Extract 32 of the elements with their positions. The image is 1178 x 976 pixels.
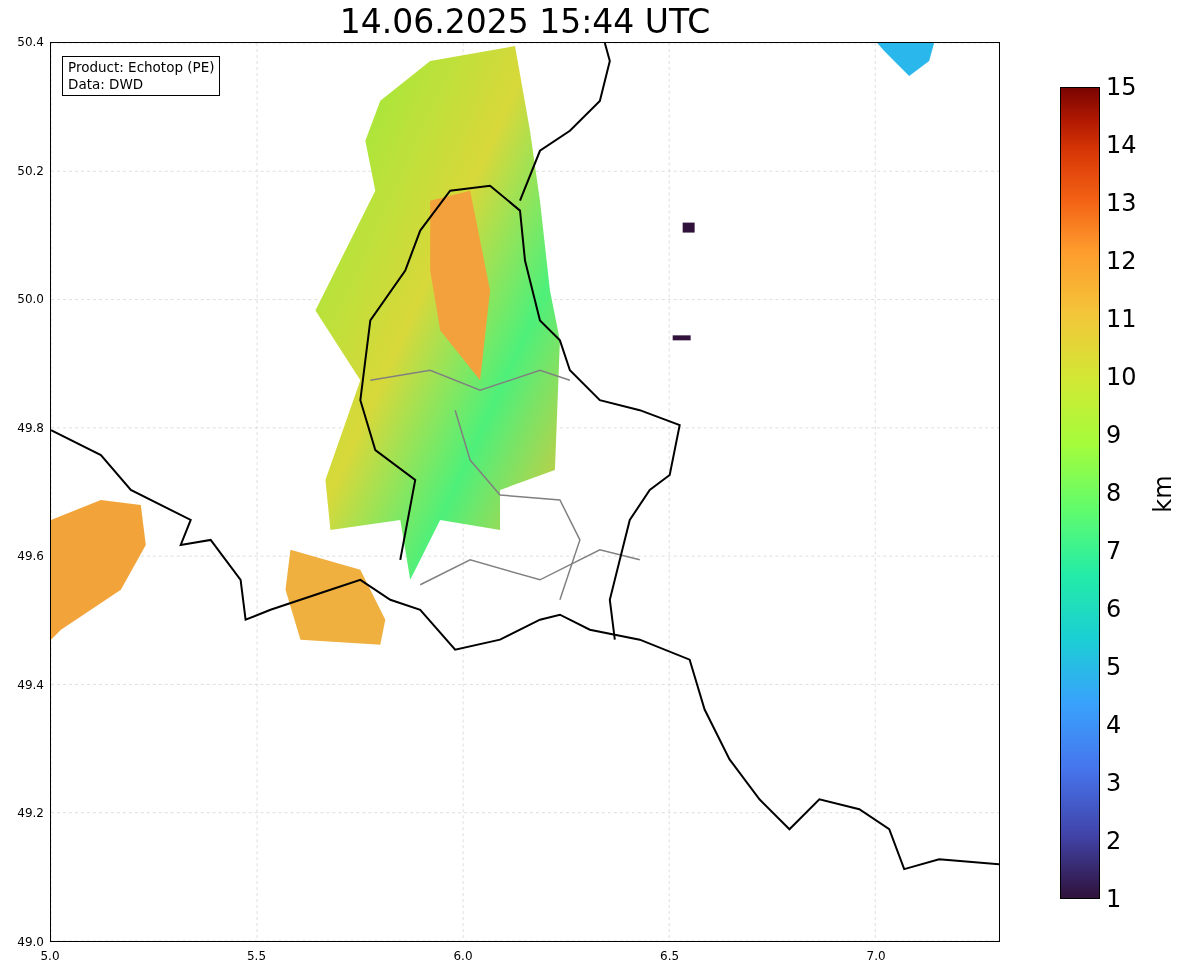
axis-tick-label: 6.0 xyxy=(453,949,473,963)
axis-tick-label: 5.0 xyxy=(40,949,60,963)
colorbar-label: km xyxy=(1148,475,1177,513)
colorbar-tick-label: 12 xyxy=(1106,247,1137,275)
colorbar-tick-label: 4 xyxy=(1106,711,1122,739)
axis-tick-label: 49.4 xyxy=(17,677,44,692)
colorbar-tick-label: 5 xyxy=(1106,653,1122,681)
colorbar-tick-label: 7 xyxy=(1106,537,1122,565)
colorbar-tick-label: 8 xyxy=(1106,479,1122,507)
axis-tick-label: 50.2 xyxy=(17,163,44,178)
axis-tick-label: 50.4 xyxy=(17,35,44,49)
colorbar-tick-label: 11 xyxy=(1106,305,1137,333)
axis-tick-label: 49.8 xyxy=(17,420,44,435)
axis-tick-label: 6.5 xyxy=(660,949,680,963)
colorbar-tick-label: 3 xyxy=(1106,769,1122,797)
info-text: Product: Echotop (PE) xyxy=(68,59,215,76)
chart-title: 14.06.2025 15:44 UTC xyxy=(338,0,712,42)
colorbar-tick-label: 1 xyxy=(1106,885,1122,913)
axis-tick-label: 7.0 xyxy=(866,949,886,963)
colorbar-tick-label: 10 xyxy=(1106,363,1137,391)
axis-tick-label: 49.2 xyxy=(17,806,44,821)
colorbar-tick-label: 9 xyxy=(1106,421,1122,449)
axis-tick-label: 50.0 xyxy=(17,292,44,307)
colorbar-tick-label: 14 xyxy=(1106,131,1137,159)
colorbar-tick-label: 2 xyxy=(1106,827,1122,855)
colorbar-tick-label: 6 xyxy=(1106,595,1122,623)
axis-tick-label: 49.6 xyxy=(17,549,44,564)
colorbar-tick-label: 15 xyxy=(1106,73,1137,101)
axis-tick-label: 5.5 xyxy=(246,949,267,963)
info-text: Data: DWD xyxy=(68,76,145,93)
axis-tick-label: 49.0 xyxy=(17,935,44,949)
colorbar-tick-label: 13 xyxy=(1106,189,1137,217)
